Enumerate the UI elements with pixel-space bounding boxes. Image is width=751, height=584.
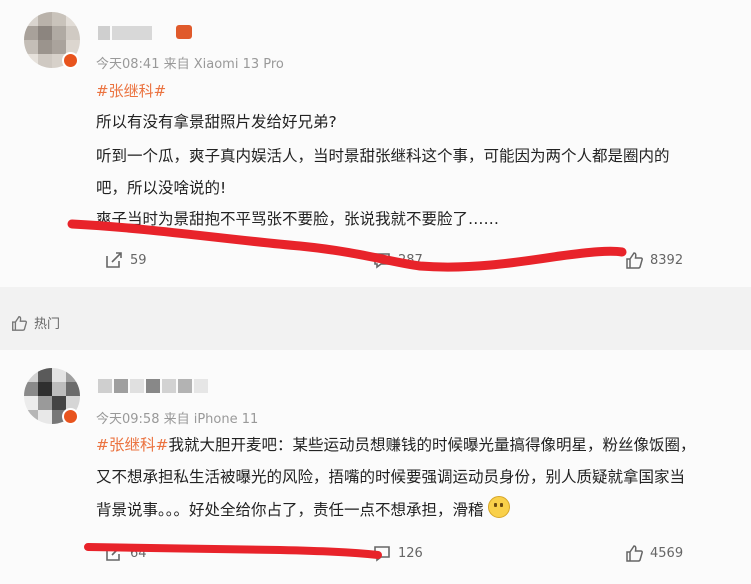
repost-icon — [106, 545, 122, 561]
post-meta: 今天09:58 来自 iPhone 11 — [96, 412, 259, 427]
like-count: 8392 — [650, 252, 684, 268]
post-card-2: 今天09:58 来自 iPhone 11 #张继科#我就大胆开麦吧：某些运动员想… — [0, 350, 751, 584]
repost-icon — [106, 252, 122, 268]
post-meta: 今天08:41 来自 Xiaomi 13 Pro — [96, 57, 284, 72]
post-text-line: 吧，所以没啥说的! — [96, 179, 227, 197]
member-badge-icon — [176, 25, 192, 39]
comment-count: 126 — [398, 545, 423, 561]
post-card-1: 今天08:41 来自 Xiaomi 13 Pro #张继科# 所以有没有拿景甜照… — [0, 0, 751, 287]
like-button[interactable]: 8392 — [624, 250, 683, 270]
post-text-line: 听到一个瓜，爽子真内娱活人，当时景甜张继科这个事，可能因为两个人都是圈内的 — [96, 147, 670, 165]
comment-count: 287 — [398, 252, 423, 268]
verified-badge-icon — [62, 408, 79, 425]
smirk-emoji-icon — [488, 496, 511, 518]
topic-link[interactable]: #张继科# — [96, 80, 166, 101]
thumbs-up-icon — [626, 545, 643, 562]
post-text-rest: 我就大胆开麦吧：某些运动员想赚钱的时候曝光量搞得像明星，粉丝像饭圈， — [168, 436, 696, 454]
comment-icon — [374, 546, 390, 562]
like-count: 4569 — [650, 545, 684, 561]
repost-count: 59 — [130, 252, 147, 268]
username-blurred[interactable] — [98, 25, 154, 40]
like-button[interactable]: 4569 — [624, 543, 683, 563]
comment-button[interactable]: 126 — [372, 543, 423, 563]
post-text: 背景说事。。。好处全给你占了，责任一点不想承担，滑稽 — [96, 501, 484, 519]
thumbs-up-icon — [626, 252, 643, 269]
post-text-line: 背景说事。。。好处全给你占了，责任一点不想承担，滑稽 — [96, 496, 511, 520]
verified-badge-icon — [62, 52, 79, 69]
repost-count: 64 — [130, 545, 147, 561]
post-text-line: 又不想承担私生活被曝光的风险，捂嘴的时候要强调运动员身份，别人质疑就拿国家当 — [96, 468, 686, 486]
comment-icon — [374, 253, 390, 269]
hot-label: 热门 — [34, 317, 61, 332]
thumbs-up-icon — [12, 315, 28, 331]
repost-button[interactable]: 64 — [104, 543, 147, 563]
post-text-line: #张继科#我就大胆开麦吧：某些运动员想赚钱的时候曝光量搞得像明星，粉丝像饭圈， — [96, 433, 696, 455]
username-blurred[interactable] — [98, 378, 210, 393]
hot-section-label: 热门 — [10, 313, 60, 332]
post-text-line: 爽子当时为景甜抱不平骂张不要脸，张说我就不要脸了…… — [96, 210, 500, 228]
repost-button[interactable]: 59 — [104, 250, 147, 270]
post-text-line: 所以有没有拿景甜照片发给好兄弟? — [96, 113, 337, 131]
comment-button[interactable]: 287 — [372, 250, 423, 270]
topic-link[interactable]: #张继科# — [96, 436, 168, 454]
